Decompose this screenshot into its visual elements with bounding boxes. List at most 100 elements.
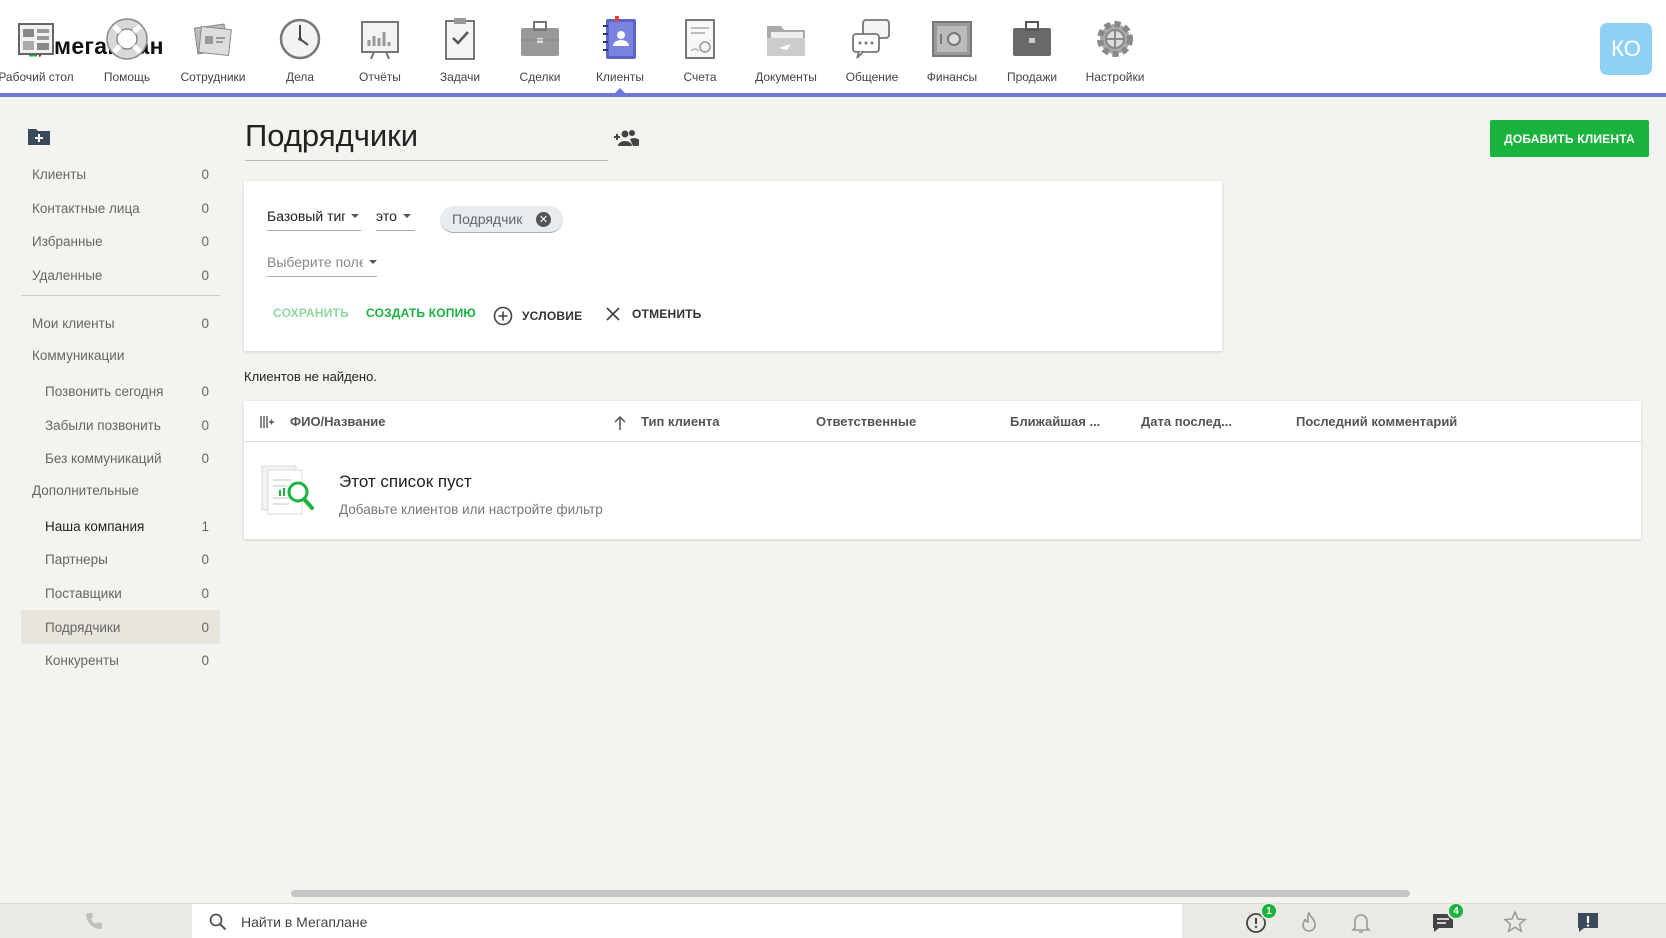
- nav-item-label: Документы: [755, 70, 817, 84]
- filter-operator-select[interactable]: это: [376, 201, 415, 231]
- column-settings-icon[interactable]: [260, 415, 274, 429]
- lifebuoy-icon: [106, 18, 148, 60]
- global-search-input[interactable]: [241, 913, 1121, 930]
- bell-icon[interactable]: [1349, 910, 1373, 934]
- nav-item-10[interactable]: Документы: [736, 0, 836, 93]
- save-filter-button[interactable]: СОХРАНИТЬ: [273, 306, 349, 320]
- chevron-down-icon: [369, 259, 377, 264]
- nav-item-label: Сотрудники: [180, 70, 246, 84]
- add-contact-person-icon[interactable]: [613, 128, 639, 148]
- sidebar-item-label: Забыли позвонить: [45, 417, 161, 433]
- empty-list-title: Этот список пуст: [339, 472, 472, 491]
- nav-item-1[interactable]: Рабочий стол: [0, 0, 86, 93]
- sidebar-item-count: 0: [201, 417, 209, 433]
- star-icon[interactable]: [1503, 910, 1527, 934]
- chevron-down-icon: [402, 213, 411, 218]
- tasks-icon: [445, 18, 475, 60]
- sidebar-item-label: Конкуренты: [45, 652, 119, 668]
- cancel-filter-button[interactable]: ОТМЕНИТЬ: [605, 306, 702, 322]
- remove-chip-icon[interactable]: ✕: [536, 212, 551, 227]
- nav-item-14[interactable]: Настройки: [1065, 0, 1165, 93]
- feedback-icon[interactable]: [1576, 910, 1600, 934]
- column-header-name[interactable]: ФИО/Название: [290, 414, 386, 429]
- sidebar-item-call-today[interactable]: Позвонить сегодня 0: [21, 374, 220, 408]
- filter-operator-value: это: [376, 207, 397, 224]
- sidebar-item-label: Клиенты: [32, 166, 87, 182]
- sidebar-divider: [21, 295, 220, 296]
- add-folder-icon[interactable]: [28, 127, 50, 145]
- phone-icon[interactable]: [84, 911, 104, 931]
- horizontal-scrollbar[interactable]: [291, 890, 1410, 897]
- sidebar-item-count: 0: [201, 652, 209, 668]
- nav-item-2[interactable]: Помощь: [77, 0, 177, 93]
- nav-item-label: Продажи: [1006, 70, 1058, 84]
- sidebar-item-contractors[interactable]: Подрядчики 0: [21, 610, 220, 644]
- sidebar-item-my-clients[interactable]: Мои клиенты 0: [21, 306, 220, 340]
- sidebar-item-label: Удаленные: [32, 267, 103, 283]
- column-header-last-comment[interactable]: Последний комментарий: [1296, 414, 1457, 429]
- copy-filter-button[interactable]: СОЗДАТЬ КОПИЮ: [366, 306, 476, 320]
- nav-item-9[interactable]: Счета: [650, 0, 750, 93]
- filter-value-chip-label: Подрядчик: [452, 211, 523, 227]
- nav-item-label: Рабочий стол: [0, 70, 74, 84]
- nav-item-label: Общение: [845, 70, 899, 84]
- sidebar-item-favorites[interactable]: Избранные 0: [21, 224, 220, 258]
- add-field-select[interactable]: Выберите поле: [267, 247, 377, 277]
- sidebar-item-count: 0: [201, 551, 209, 567]
- sidebar-item-deleted[interactable]: Удаленные 0: [21, 258, 220, 292]
- sidebar-item-label: Избранные: [32, 233, 103, 249]
- sidebar-item-label: Подрядчики: [45, 619, 121, 635]
- filter-value-chip[interactable]: Подрядчик ✕: [440, 206, 563, 233]
- add-field-placeholder: Выберите поле: [267, 253, 363, 270]
- dark-briefcase-icon: [1013, 21, 1051, 56]
- sidebar-item-suppliers[interactable]: Поставщики 0: [21, 576, 220, 610]
- sidebar-item-forgot-call[interactable]: Забыли позвонить 0: [21, 408, 220, 442]
- fire-icon[interactable]: [1297, 910, 1321, 934]
- column-header-nearest[interactable]: Ближайшая ...: [1010, 414, 1100, 429]
- empty-list-search-icon: [261, 465, 314, 515]
- sidebar-item-label: Без коммуникаций: [45, 450, 162, 466]
- sidebar-item-our-company[interactable]: Наша компания 1: [21, 509, 220, 543]
- clock-icon: [279, 18, 321, 60]
- column-header-responsible[interactable]: Ответственные: [816, 414, 916, 429]
- sidebar-item-count: 0: [201, 585, 209, 601]
- results-status-text: Клиентов не найдено.: [244, 369, 377, 384]
- add-client-button[interactable]: ДОБАВИТЬ КЛИЕНТА: [1490, 120, 1649, 157]
- chevron-down-icon: [351, 213, 359, 218]
- table-header: ФИО/Название Тип клиента Ответственные Б…: [244, 401, 1641, 442]
- sidebar-group-communications[interactable]: Коммуникации: [32, 348, 124, 363]
- page-title[interactable]: Подрядчики: [245, 118, 608, 161]
- sidebar-item-label: Поставщики: [45, 585, 122, 601]
- cancel-filter-label: ОТМЕНИТЬ: [632, 307, 702, 321]
- add-condition-button[interactable]: УСЛОВИЕ: [493, 306, 582, 326]
- clients-book-icon: [603, 16, 636, 59]
- sidebar-item-partners[interactable]: Партнеры 0: [21, 542, 220, 576]
- filter-field-select[interactable]: Базовый тип: [267, 201, 361, 231]
- alerts-button[interactable]: 1: [1244, 902, 1278, 934]
- global-search[interactable]: [192, 904, 1182, 938]
- sort-ascending-icon[interactable]: [613, 415, 627, 431]
- sidebar-group-additional[interactable]: Дополнительные: [32, 483, 139, 498]
- user-initials: КО: [1611, 36, 1641, 61]
- column-header-last-date[interactable]: Дата послед...: [1141, 414, 1232, 429]
- messages-button[interactable]: 4: [1431, 902, 1465, 934]
- invoice-icon: [685, 19, 715, 59]
- sidebar-item-label: Мои клиенты: [32, 315, 115, 331]
- sidebar-item-label: Наша компания: [45, 518, 145, 534]
- user-avatar[interactable]: КО: [1600, 23, 1652, 75]
- sidebar-item-label: Контактные лица: [32, 200, 140, 216]
- briefcase-icon: [521, 21, 559, 56]
- nav-item-label: Дела: [285, 70, 315, 84]
- filter-panel: Базовый тип это Подрядчик ✕ Выберите пол…: [244, 181, 1222, 351]
- bottom-bar: 1 4: [0, 902, 1666, 938]
- gear-icon: [1097, 21, 1133, 57]
- nav-item-3[interactable]: Сотрудники: [163, 0, 263, 93]
- sidebar-item-competitors[interactable]: Конкуренты 0: [21, 643, 220, 677]
- column-header-client-type[interactable]: Тип клиента: [641, 414, 720, 429]
- sidebar-item-contacts[interactable]: Контактные лица 0: [21, 191, 220, 225]
- clients-table: ФИО/Название Тип клиента Ответственные Б…: [244, 401, 1641, 539]
- nav-item-label: Счета: [683, 70, 717, 84]
- sidebar-item-clients[interactable]: Клиенты 0: [21, 157, 220, 191]
- empty-list-subtitle: Добавьте клиентов или настройте фильтр: [339, 502, 603, 517]
- sidebar-item-no-communications[interactable]: Без коммуникаций 0: [21, 441, 220, 475]
